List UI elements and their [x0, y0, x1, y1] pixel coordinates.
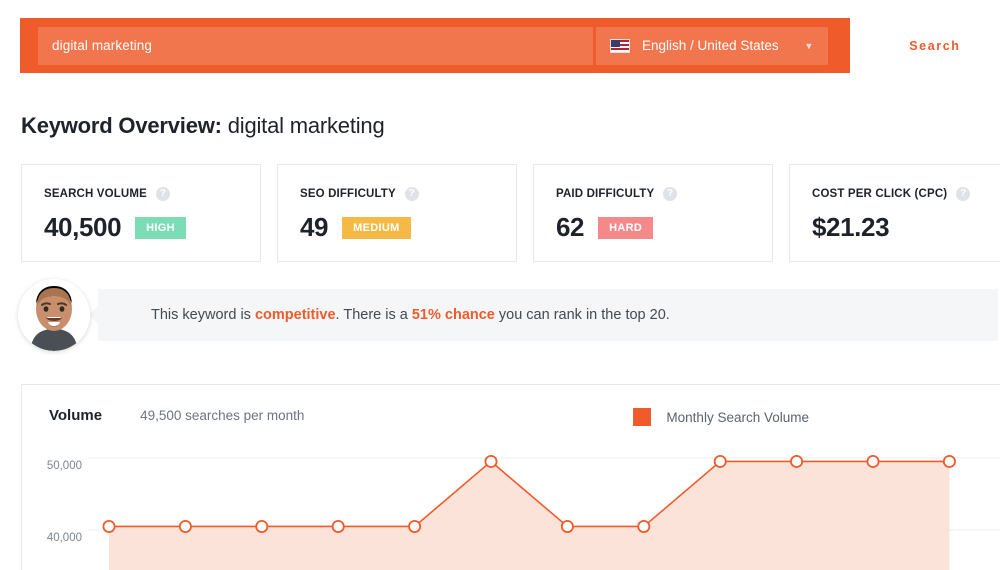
keyword-overview-page: English / United States ▾ Search Keyword…: [0, 0, 1000, 570]
chart-y-tick-label: 50,000: [46, 459, 82, 472]
chart-data-point[interactable]: [866, 454, 880, 468]
chart-data-point[interactable]: [713, 454, 727, 468]
tip-text-1: This keyword is: [151, 307, 255, 323]
search-button[interactable]: Search: [849, 18, 1000, 73]
metric-label: SEARCH VOLUME ?: [44, 187, 260, 201]
chart-area-fill: [109, 461, 950, 570]
metric-row: 49 MEDIUM: [300, 212, 516, 243]
chart-data-point[interactable]: [255, 519, 269, 533]
metric-cards: SEARCH VOLUME ? 40,500 HIGH SEO DIFFICUL…: [21, 164, 1000, 262]
status-badge: HARD: [598, 216, 654, 239]
metric-card-cost-per-click: COST PER CLICK (CPC) ? $21.23: [789, 164, 1000, 262]
volume-chart-panel: Volume 49,500 searches per month Monthly…: [21, 384, 1000, 570]
metric-label-text: COST PER CLICK (CPC): [812, 188, 948, 200]
chart-subtitle: 49,500 searches per month: [140, 408, 305, 423]
chart-data-point[interactable]: [790, 454, 804, 468]
tip-text-2: . There is a: [335, 307, 412, 323]
metric-card-seo-difficulty: SEO DIFFICULTY ? 49 MEDIUM: [277, 164, 517, 262]
chart-data-point[interactable]: [484, 454, 498, 468]
chevron-down-icon: ▾: [806, 40, 812, 52]
legend-swatch: [633, 408, 652, 426]
tip-bubble: This keyword is competitive. There is a …: [98, 289, 998, 341]
metric-label-text: PAID DIFFICULTY: [556, 188, 655, 200]
search-input[interactable]: [38, 38, 594, 53]
us-flag-icon: [610, 38, 631, 53]
metric-card-search-volume: SEARCH VOLUME ? 40,500 HIGH: [21, 164, 261, 262]
metric-row: 62 HARD: [556, 212, 772, 243]
locale-select[interactable]: English / United States ▾: [596, 26, 828, 65]
chart-plot-area: 50,000 40,000: [22, 441, 1000, 570]
chart-data-point[interactable]: [331, 519, 345, 533]
chart-legend: Monthly Search Volume: [633, 408, 809, 426]
locale-label: English / United States: [642, 38, 779, 53]
user-avatar-icon: [18, 279, 90, 351]
status-badge: MEDIUM: [342, 216, 411, 239]
search-bar: English / United States ▾ Search: [20, 18, 1000, 73]
metric-row: 40,500 HIGH: [44, 212, 260, 243]
help-circle-icon[interactable]: ?: [404, 187, 419, 201]
chart-data-point[interactable]: [178, 519, 192, 533]
avatar: [18, 279, 90, 351]
metric-value: 49: [300, 212, 329, 242]
page-title-prefix: Keyword Overview:: [21, 113, 222, 138]
chart-data-point[interactable]: [637, 519, 651, 533]
metric-label-text: SEO DIFFICULTY: [300, 188, 396, 200]
chart-data-point[interactable]: [942, 454, 956, 468]
metric-value: 62: [556, 212, 585, 242]
metric-label-text: SEARCH VOLUME: [44, 188, 147, 200]
tip-highlight-1: competitive: [254, 307, 336, 323]
metric-row: $21.23: [812, 212, 1000, 243]
metric-card-paid-difficulty: PAID DIFFICULTY ? 62 HARD: [533, 164, 773, 262]
help-circle-icon[interactable]: ?: [663, 187, 678, 201]
chart-data-point[interactable]: [408, 519, 422, 533]
chart-data-point[interactable]: [560, 519, 574, 533]
status-badge: HIGH: [135, 216, 186, 239]
metric-label: PAID DIFFICULTY ?: [556, 187, 772, 201]
chart-title: Volume: [49, 407, 103, 424]
metric-label: COST PER CLICK (CPC) ?: [812, 187, 1000, 201]
tip-text-3: you can rank in the top 20.: [494, 307, 670, 323]
page-title-keyword: digital marketing: [227, 113, 385, 138]
metric-value: 40,500: [44, 212, 122, 242]
metric-value: $21.23: [812, 212, 890, 242]
search-input-wrapper[interactable]: [38, 26, 594, 65]
chart-y-tick-label: 40,000: [46, 532, 82, 545]
legend-label: Monthly Search Volume: [666, 409, 809, 425]
tip-text: This keyword is competitive. There is a …: [151, 307, 670, 323]
tip-highlight-2: 51% chance: [411, 307, 495, 323]
metric-label: SEO DIFFICULTY ?: [300, 187, 516, 201]
help-circle-icon[interactable]: ?: [956, 187, 971, 201]
volume-line-chart: [88, 454, 1000, 570]
help-circle-icon[interactable]: ?: [155, 187, 170, 201]
page-title: Keyword Overview: digital marketing: [21, 113, 385, 139]
chart-header: Volume 49,500 searches per month: [22, 385, 1000, 424]
chart-data-point[interactable]: [102, 519, 116, 533]
